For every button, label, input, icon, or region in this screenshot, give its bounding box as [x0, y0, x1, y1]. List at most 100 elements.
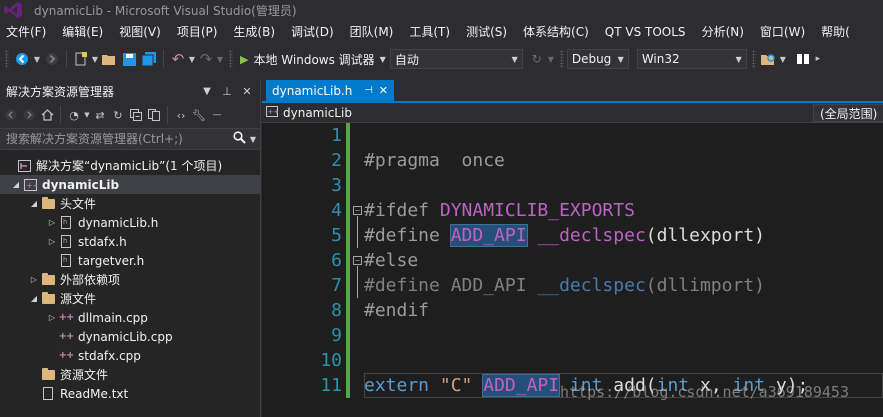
cpp-project-icon: ++	[266, 106, 279, 120]
pin-tab-icon[interactable]: ⊣	[364, 85, 373, 96]
close-icon[interactable]: ✕	[240, 85, 254, 98]
expanded-arrow-icon[interactable]: ◢	[28, 199, 40, 208]
tree-item-file[interactable]: ▷ ++ dllmain.cpp	[0, 308, 260, 327]
navigate-back-icon[interactable]	[12, 49, 32, 69]
line-number: 5	[331, 225, 342, 246]
dropdown-arrow-icon[interactable]: ▼	[779, 49, 787, 69]
refresh-icon[interactable]: ↻	[109, 105, 127, 125]
collapse-all-icon[interactable]	[127, 105, 145, 125]
solution-configuration-select[interactable]: Debug ▼	[566, 49, 629, 69]
nav-project-label: dynamicLib	[283, 106, 352, 120]
solution-platform-select[interactable]: Win32 ▼	[636, 49, 747, 69]
properties-wrench-icon[interactable]: 🔧︎	[190, 105, 208, 125]
window-position-dropdown-icon[interactable]: ▼	[200, 86, 214, 97]
tree-item-source-files[interactable]: ◢ 源文件	[0, 289, 260, 308]
collapsed-arrow-icon[interactable]: ▷	[46, 237, 58, 246]
line-number: 11	[320, 375, 342, 396]
menu-test[interactable]: 测试(S)	[458, 21, 515, 43]
run-label: 本地 Windows 调试器	[253, 52, 375, 67]
collapsed-arrow-icon[interactable]: ▷	[46, 313, 58, 322]
debug-mode-select[interactable]: 自动 ▼	[389, 49, 523, 69]
menu-team[interactable]: 团队(M)	[342, 21, 402, 43]
dropdown-arrow-icon[interactable]: ▼	[250, 135, 256, 144]
play-icon: ▶	[240, 52, 249, 66]
forward-icon[interactable]	[20, 105, 38, 125]
dropdown-arrow-icon[interactable]: ▼	[32, 49, 42, 69]
line-number: 7	[331, 275, 342, 296]
undo-icon[interactable]: ↶	[168, 49, 188, 69]
open-file-icon[interactable]	[99, 49, 119, 69]
line-number: 8	[331, 300, 342, 321]
menu-tools[interactable]: 工具(T)	[401, 21, 458, 43]
toolbar-grip[interactable]	[229, 50, 233, 68]
redo-icon[interactable]: ↷	[196, 49, 216, 69]
show-all-files-icon[interactable]	[145, 105, 163, 125]
search-icon[interactable]	[233, 131, 247, 147]
menu-build[interactable]: 生成(B)	[225, 21, 283, 43]
close-tab-icon[interactable]: ✕	[379, 84, 388, 97]
menu-view[interactable]: 视图(V)	[111, 21, 169, 43]
toolbar-grip[interactable]	[751, 50, 756, 68]
tree-item-header-files[interactable]: ◢ 头文件	[0, 194, 260, 213]
menu-analyze[interactable]: 分析(N)	[694, 21, 752, 43]
dropdown-arrow-icon[interactable]: ▼	[188, 49, 196, 69]
tree-item-file[interactable]: ▷ dynamicLib.h	[0, 213, 260, 232]
pin-icon[interactable]: ⊥	[220, 85, 234, 98]
document-tab-active[interactable]: dynamicLib.h ⊣ ✕	[266, 80, 394, 101]
view-code-icon[interactable]: ‹›	[172, 105, 190, 125]
menu-debug[interactable]: 调试(D)	[283, 21, 342, 43]
back-icon[interactable]	[2, 105, 20, 125]
toggle-comment-icon[interactable]	[793, 49, 813, 69]
start-debugging-button[interactable]: ▶ 本地 Windows 调试器 ▼	[236, 49, 390, 69]
tree-item-project[interactable]: ◢ ++ dynamicLib	[0, 175, 260, 194]
dropdown-arrow-icon[interactable]: ▼	[91, 49, 99, 69]
home-icon[interactable]	[38, 105, 56, 125]
tree-item-file[interactable]: ReadMe.txt	[0, 384, 260, 403]
pending-changes-filter-icon[interactable]: ◔	[65, 105, 83, 125]
indicator-margin[interactable]	[262, 123, 284, 417]
dropdown-arrow-icon[interactable]: ▼	[216, 49, 224, 69]
save-all-icon[interactable]	[139, 49, 159, 69]
collapsed-arrow-icon[interactable]: ▷	[46, 218, 58, 227]
collapse-region-icon[interactable]: −	[353, 256, 362, 265]
menu-architecture[interactable]: 体系结构(C)	[515, 21, 597, 43]
collapsed-arrow-icon[interactable]: ▷	[28, 275, 40, 284]
menu-edit[interactable]: 编辑(E)	[54, 21, 111, 43]
menu-qt-vs-tools[interactable]: QT VS TOOLS	[597, 21, 694, 43]
menu-window[interactable]: 窗口(W)	[752, 21, 813, 43]
find-in-files-icon[interactable]	[759, 49, 779, 69]
code-editor[interactable]: 1 2 3 4 5 6 7 8 9 10 11 − − #pragma once…	[262, 123, 883, 417]
refresh-icon[interactable]: ↻	[527, 49, 547, 69]
sync-with-active-document-icon[interactable]: ⇄	[91, 105, 109, 125]
project-navigation-dropdown[interactable]: ++ dynamicLib	[266, 104, 352, 122]
expanded-arrow-icon[interactable]: ◢	[10, 180, 22, 189]
tree-item-external-dependencies[interactable]: ▷ 外部依赖项	[0, 270, 260, 289]
tree-item-file[interactable]: ▷ stdafx.h	[0, 232, 260, 251]
navigate-forward-icon[interactable]	[42, 49, 62, 69]
tree-item-solution[interactable]: 解决方案“dynamicLib”(1 个项目)	[0, 156, 260, 175]
menu-help[interactable]: 帮助(	[813, 21, 858, 43]
menu-project[interactable]: 项目(P)	[169, 21, 226, 43]
tree-item-resource-files[interactable]: 资源文件	[0, 365, 260, 384]
scope-navigation-dropdown[interactable]: (全局范围)	[813, 104, 883, 122]
svg-text:++: ++	[26, 181, 37, 190]
dropdown-arrow-icon[interactable]: ▼	[547, 49, 555, 69]
new-project-icon[interactable]	[71, 49, 91, 69]
cpp-file-icon: ++	[58, 312, 75, 323]
collapse-region-icon[interactable]: −	[353, 206, 362, 215]
menu-file[interactable]: 文件(F)	[0, 21, 54, 43]
tree-item-file[interactable]: ++ stdafx.cpp	[0, 346, 260, 365]
tree-item-file[interactable]: targetver.h	[0, 251, 260, 270]
toolbar-grip[interactable]	[559, 50, 564, 68]
expanded-arrow-icon[interactable]: ◢	[28, 294, 40, 303]
save-icon[interactable]	[119, 49, 139, 69]
solution-search-input[interactable]	[6, 132, 233, 146]
tree-item-file[interactable]: ++ dynamicLib.cpp	[0, 327, 260, 346]
document-tab-strip: dynamicLib.h ⊣ ✕	[262, 80, 883, 101]
overflow-icon[interactable]: ▸	[813, 49, 823, 69]
cpp-file-icon: ++	[58, 350, 75, 361]
dropdown-arrow-icon[interactable]: ▼	[83, 105, 91, 125]
toolbar-grip[interactable]	[5, 50, 9, 68]
overflow-icon[interactable]: —	[208, 105, 226, 125]
solution-icon	[16, 159, 32, 173]
